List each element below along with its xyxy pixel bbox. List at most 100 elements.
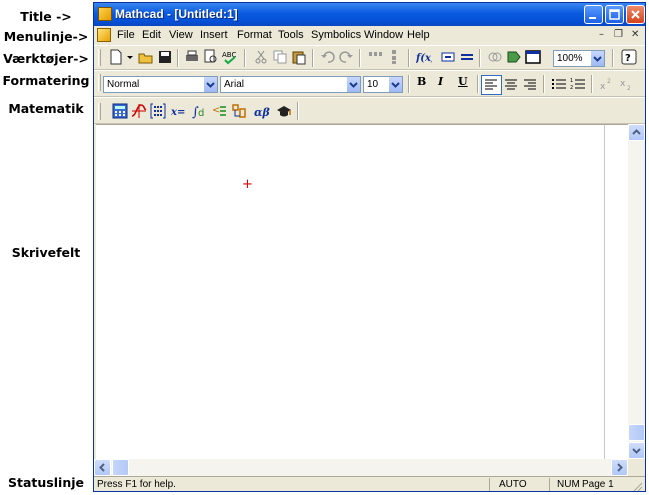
graph-toolbar-icon[interactable]: [131, 103, 147, 119]
worksheet[interactable]: +: [96, 124, 628, 460]
matrix-toolbar-icon[interactable]: [150, 103, 166, 119]
svg-text:<: <: [212, 105, 220, 116]
svg-text:d: d: [198, 108, 204, 119]
align-across-icon[interactable]: [367, 49, 383, 65]
style-value: Normal: [107, 79, 140, 90]
menu-window[interactable]: Window: [364, 29, 403, 41]
chevron-down-icon[interactable]: [346, 77, 360, 92]
toolbar-grip[interactable]: [98, 49, 101, 66]
doc-minimize-icon[interactable]: –: [599, 29, 604, 40]
menu-symbolics[interactable]: Symbolics: [311, 29, 361, 41]
style-select[interactable]: Normal: [103, 76, 218, 93]
toolbar-grip[interactable]: [98, 103, 101, 120]
chevron-down-icon[interactable]: [203, 77, 217, 92]
programming-toolbar-icon[interactable]: [231, 103, 247, 119]
font-size-select[interactable]: 10: [363, 76, 403, 93]
calculus-toolbar-icon[interactable]: ∫ d: [192, 103, 208, 119]
insert-hyperlink-icon[interactable]: [487, 49, 503, 65]
mathcad-app-icon[interactable]: [98, 7, 112, 21]
status-bar: Press F1 for help. AUTO NUM Page 1: [94, 476, 645, 492]
bold-button[interactable]: B: [417, 75, 426, 88]
underline-button[interactable]: U: [458, 75, 468, 88]
scroll-up-button[interactable]: [628, 124, 645, 141]
align-left-icon[interactable]: [481, 75, 502, 95]
scroll-left-button[interactable]: [94, 459, 111, 476]
print-preview-icon[interactable]: [203, 49, 219, 65]
cut-icon[interactable]: [253, 49, 269, 65]
insert-function-icon[interactable]: f(x): [416, 49, 432, 65]
align-down-icon[interactable]: [386, 49, 402, 65]
horizontal-scroll-thumb[interactable]: [112, 459, 129, 476]
open-icon[interactable]: [138, 49, 154, 65]
toolbar-separator: [543, 75, 545, 93]
menu-view[interactable]: View: [169, 29, 193, 41]
bullets-icon[interactable]: [551, 76, 567, 92]
toolbar-grip[interactable]: [98, 74, 101, 91]
align-right-icon[interactable]: [522, 76, 538, 92]
menu-edit[interactable]: Edit: [142, 29, 161, 41]
scroll-down-button[interactable]: [628, 442, 645, 459]
toolbar-separator: [408, 75, 410, 93]
annotation-tools: Værktøjer->: [3, 51, 89, 66]
menu-tools[interactable]: Tools: [278, 29, 304, 41]
boolean-toolbar-icon[interactable]: <: [212, 103, 228, 119]
print-icon[interactable]: [184, 49, 200, 65]
window-title: Mathcad - [Untitled:1]: [115, 7, 238, 21]
calculator-toolbar-icon[interactable]: [112, 103, 128, 119]
calculate-icon[interactable]: [459, 49, 475, 65]
chevron-down-icon[interactable]: [590, 51, 604, 66]
doc-restore-icon[interactable]: ❐: [614, 29, 623, 40]
copy-icon[interactable]: [272, 49, 288, 65]
toolbar-separator: [359, 49, 361, 67]
menu-help[interactable]: Help: [407, 29, 430, 41]
zoom-select[interactable]: 100%: [553, 50, 605, 67]
align-center-icon[interactable]: [503, 76, 519, 92]
document-icon[interactable]: [97, 28, 111, 42]
font-value: Arial: [224, 79, 245, 90]
greek-toolbar-icon[interactable]: αβ: [254, 106, 270, 119]
chevron-down-icon[interactable]: [388, 77, 402, 92]
vertical-scrollbar[interactable]: [628, 124, 645, 459]
help-icon[interactable]: ?: [621, 49, 637, 65]
math-toolbar: x= ∫ d < αβ: [94, 97, 645, 124]
vertical-scroll-thumb[interactable]: [628, 424, 645, 441]
insert-unit-icon[interactable]: [440, 49, 456, 65]
resource-center-icon[interactable]: [525, 49, 541, 65]
subscript-icon[interactable]: x2: [619, 76, 635, 92]
resize-grip-icon[interactable]: [631, 480, 643, 492]
menu-insert[interactable]: Insert: [200, 29, 228, 41]
annotation-status: Statuslinje: [8, 475, 84, 490]
close-button[interactable]: [626, 5, 645, 24]
svg-text:1: 1: [570, 78, 573, 84]
close-icon: [631, 10, 640, 19]
component-wizard-icon[interactable]: [506, 49, 522, 65]
undo-icon[interactable]: [320, 49, 336, 65]
save-icon[interactable]: [157, 49, 173, 65]
menu-format[interactable]: Format: [237, 29, 272, 41]
menu-file[interactable]: File: [117, 29, 135, 41]
paste-icon[interactable]: [291, 49, 307, 65]
maximize-button[interactable]: [605, 5, 624, 24]
annotation-workspace: Skrivefelt: [11, 245, 81, 260]
evaluation-toolbar-icon[interactable]: x=: [171, 107, 185, 118]
annotation-title: Title ->: [20, 9, 72, 24]
spell-check-icon[interactable]: ABC: [222, 49, 238, 65]
superscript-icon[interactable]: x2: [599, 76, 615, 92]
new-document-icon[interactable]: [108, 49, 124, 65]
annotation-math: Matematik: [8, 101, 84, 116]
symbolic-toolbar-icon[interactable]: [276, 103, 292, 119]
status-page: Page 1: [582, 479, 614, 490]
horizontal-scrollbar[interactable]: [94, 459, 628, 476]
redo-icon[interactable]: [338, 49, 354, 65]
font-select[interactable]: Arial: [220, 76, 361, 93]
doc-close-icon[interactable]: ✕: [631, 29, 639, 40]
svg-text:x: x: [600, 82, 606, 92]
minimize-button[interactable]: [584, 5, 603, 24]
svg-text:x: x: [620, 79, 626, 89]
formatting-toolbar: Normal Arial 10 B I U 12 x2 x2: [94, 70, 645, 97]
numbering-icon[interactable]: 12: [570, 76, 586, 92]
italic-button[interactable]: I: [438, 75, 443, 88]
title-bar[interactable]: Mathcad - [Untitled:1]: [94, 3, 645, 26]
svg-text:f(x): f(x): [416, 53, 432, 64]
scroll-right-button[interactable]: [611, 459, 628, 476]
